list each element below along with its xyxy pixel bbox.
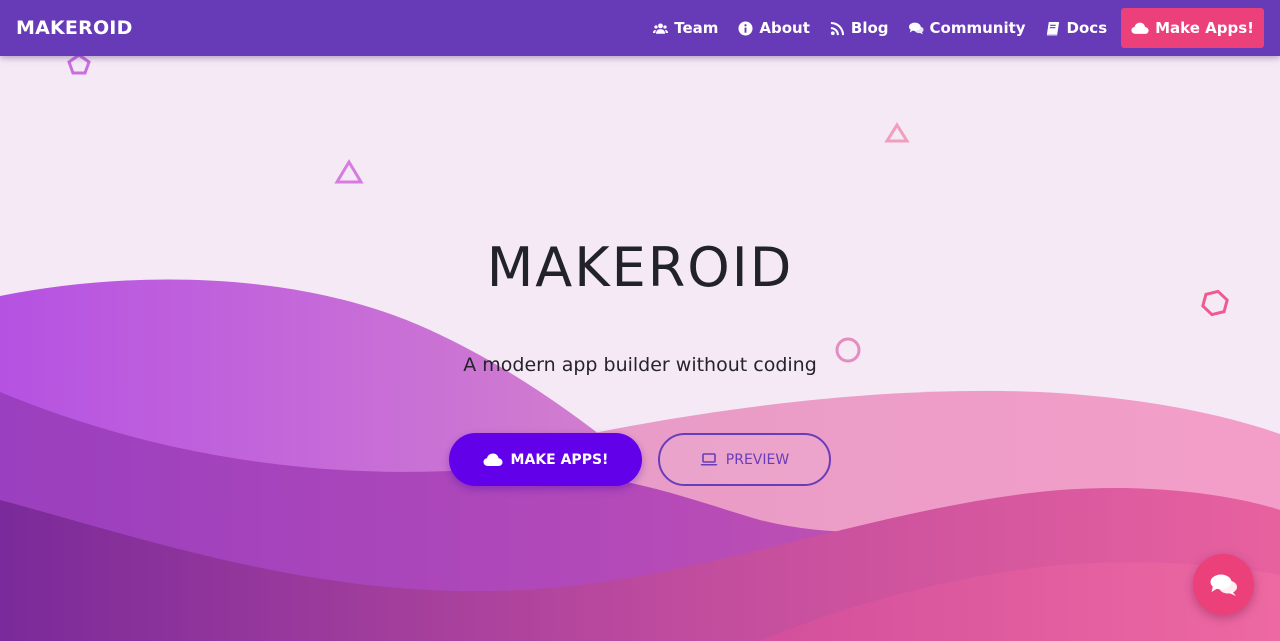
rss-icon [830,21,844,35]
nav-item-about[interactable]: About [728,0,820,56]
chat-icon [1210,574,1237,596]
brand-logo[interactable]: MAKEROID [16,17,133,39]
hero-title: MAKEROID [486,236,794,299]
triangle-shape [334,159,364,184]
top-navbar: MAKEROID Team About Blog Community Docs … [0,0,1280,56]
triangle-shape [884,122,910,143]
nav-cta-label: Make Apps! [1155,19,1254,37]
preview-label: PREVIEW [725,451,790,468]
preview-button[interactable]: PREVIEW [658,433,831,486]
nav-item-blog[interactable]: Blog [820,0,899,56]
nav-item-team[interactable]: Team [643,0,728,56]
chat-button[interactable] [1193,554,1254,615]
nav-label-team: Team [674,19,719,37]
nav-item-community[interactable]: Community [899,0,1036,56]
laptop-icon [700,453,718,466]
book-icon [1046,21,1059,36]
nav-make-apps-button[interactable]: Make Apps! [1121,8,1264,48]
hero-wave-background [0,279,1280,641]
make-apps-button[interactable]: MAKE APPS! [449,433,642,486]
cloud-icon [1131,22,1149,34]
comments-icon [908,22,924,34]
nav-label-blog: Blog [850,19,889,37]
nav-menu: Team About Blog Community Docs Make Apps… [643,0,1280,56]
make-apps-label: MAKE APPS! [510,451,609,468]
users-icon [653,22,669,34]
nav-label-docs: Docs [1066,19,1108,37]
nav-label-community: Community [929,19,1026,37]
cloud-icon [483,453,503,466]
nav-label-about: About [759,19,810,37]
nav-item-docs[interactable]: Docs [1036,0,1118,56]
info-icon [738,20,753,36]
hero-subtitle: A modern app builder without coding [463,354,817,376]
